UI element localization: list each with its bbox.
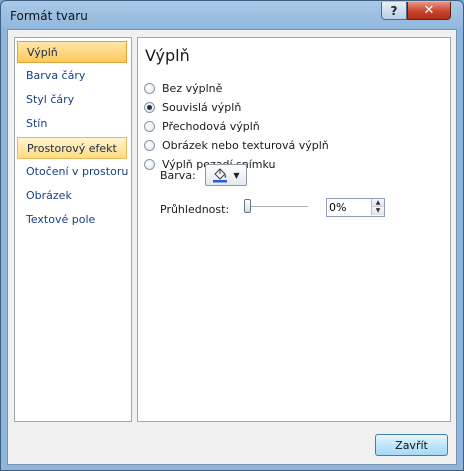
radio-button[interactable] [144, 139, 155, 151]
radio-button[interactable] [144, 82, 155, 94]
radio-label: Souvislá výplň [162, 100, 242, 114]
transparency-input[interactable] [327, 199, 371, 216]
sidebar-item-text-box[interactable]: Textové pole [17, 209, 127, 231]
paint-bucket-icon [213, 168, 228, 183]
fill-color-dropdown[interactable]: ▼ [205, 164, 247, 186]
radio-button[interactable] [144, 120, 155, 132]
radio-label: Obrázek nebo texturová výplň [162, 138, 329, 152]
radio-label: Bez výplně [162, 81, 223, 95]
spin-up-icon[interactable]: ▲ [371, 199, 384, 207]
sidebar-item-line-color[interactable]: Barva čáry [17, 65, 127, 87]
fill-options-panel: Výplň Bez výplně Souvislá výplň Přechodo… [137, 37, 451, 422]
radio-solid-fill[interactable]: Souvislá výplň [144, 99, 241, 115]
radio-button[interactable] [144, 101, 155, 113]
radio-no-fill[interactable]: Bez výplně [144, 80, 222, 96]
radio-button[interactable] [144, 158, 155, 170]
chevron-down-icon: ▼ [233, 170, 240, 180]
close-button[interactable]: Zavřít [375, 434, 448, 456]
help-button[interactable]: ? [381, 2, 407, 20]
color-label: Barva: [160, 169, 196, 182]
sidebar-item-label: Textové pole [26, 213, 96, 226]
sidebar-item-label: Stín [26, 117, 48, 130]
sidebar-item-fill[interactable]: Výplň [17, 41, 127, 63]
sidebar-item-label: Otočení v prostoru [26, 165, 129, 178]
sidebar-item-picture[interactable]: Obrázek [17, 185, 127, 207]
radio-label: Přechodová výplň [162, 119, 260, 133]
sidebar-item-shadow[interactable]: Stín [17, 113, 127, 135]
transparency-spinbox: ▲ ▼ [326, 198, 385, 217]
category-list: Výplň Barva čáry Styl čáry Stín Prostoro… [14, 37, 132, 422]
transparency-label: Průhlednost: [160, 203, 230, 216]
dialog-client-area: Výplň Barva čáry Styl čáry Stín Prostoro… [7, 29, 457, 465]
radio-picture-texture-fill[interactable]: Obrázek nebo texturová výplň [144, 137, 329, 153]
spin-down-icon[interactable]: ▼ [371, 207, 384, 215]
section-title: Výplň [145, 46, 190, 65]
sidebar-item-line-style[interactable]: Styl čáry [17, 89, 127, 111]
sidebar-item-label: Výplň [27, 46, 58, 59]
sidebar-item-3d-rotation[interactable]: Otočení v prostoru [17, 161, 129, 183]
sidebar-item-label: Barva čáry [26, 69, 86, 82]
transparency-slider-track[interactable] [246, 206, 308, 207]
sidebar-item-label: Styl čáry [26, 93, 75, 106]
sidebar-item-label: Prostorový efekt [27, 142, 117, 155]
window-title: Formát tvaru [10, 9, 88, 23]
format-shape-dialog: Formát tvaru ? ✕ Výplň Barva čáry Styl č… [0, 0, 464, 471]
window-close-button[interactable]: ✕ [407, 2, 451, 20]
radio-gradient-fill[interactable]: Přechodová výplň [144, 118, 260, 134]
sidebar-item-3d-format[interactable]: Prostorový efekt [17, 137, 127, 159]
transparency-slider-thumb[interactable] [244, 199, 251, 213]
sidebar-item-label: Obrázek [26, 189, 72, 202]
